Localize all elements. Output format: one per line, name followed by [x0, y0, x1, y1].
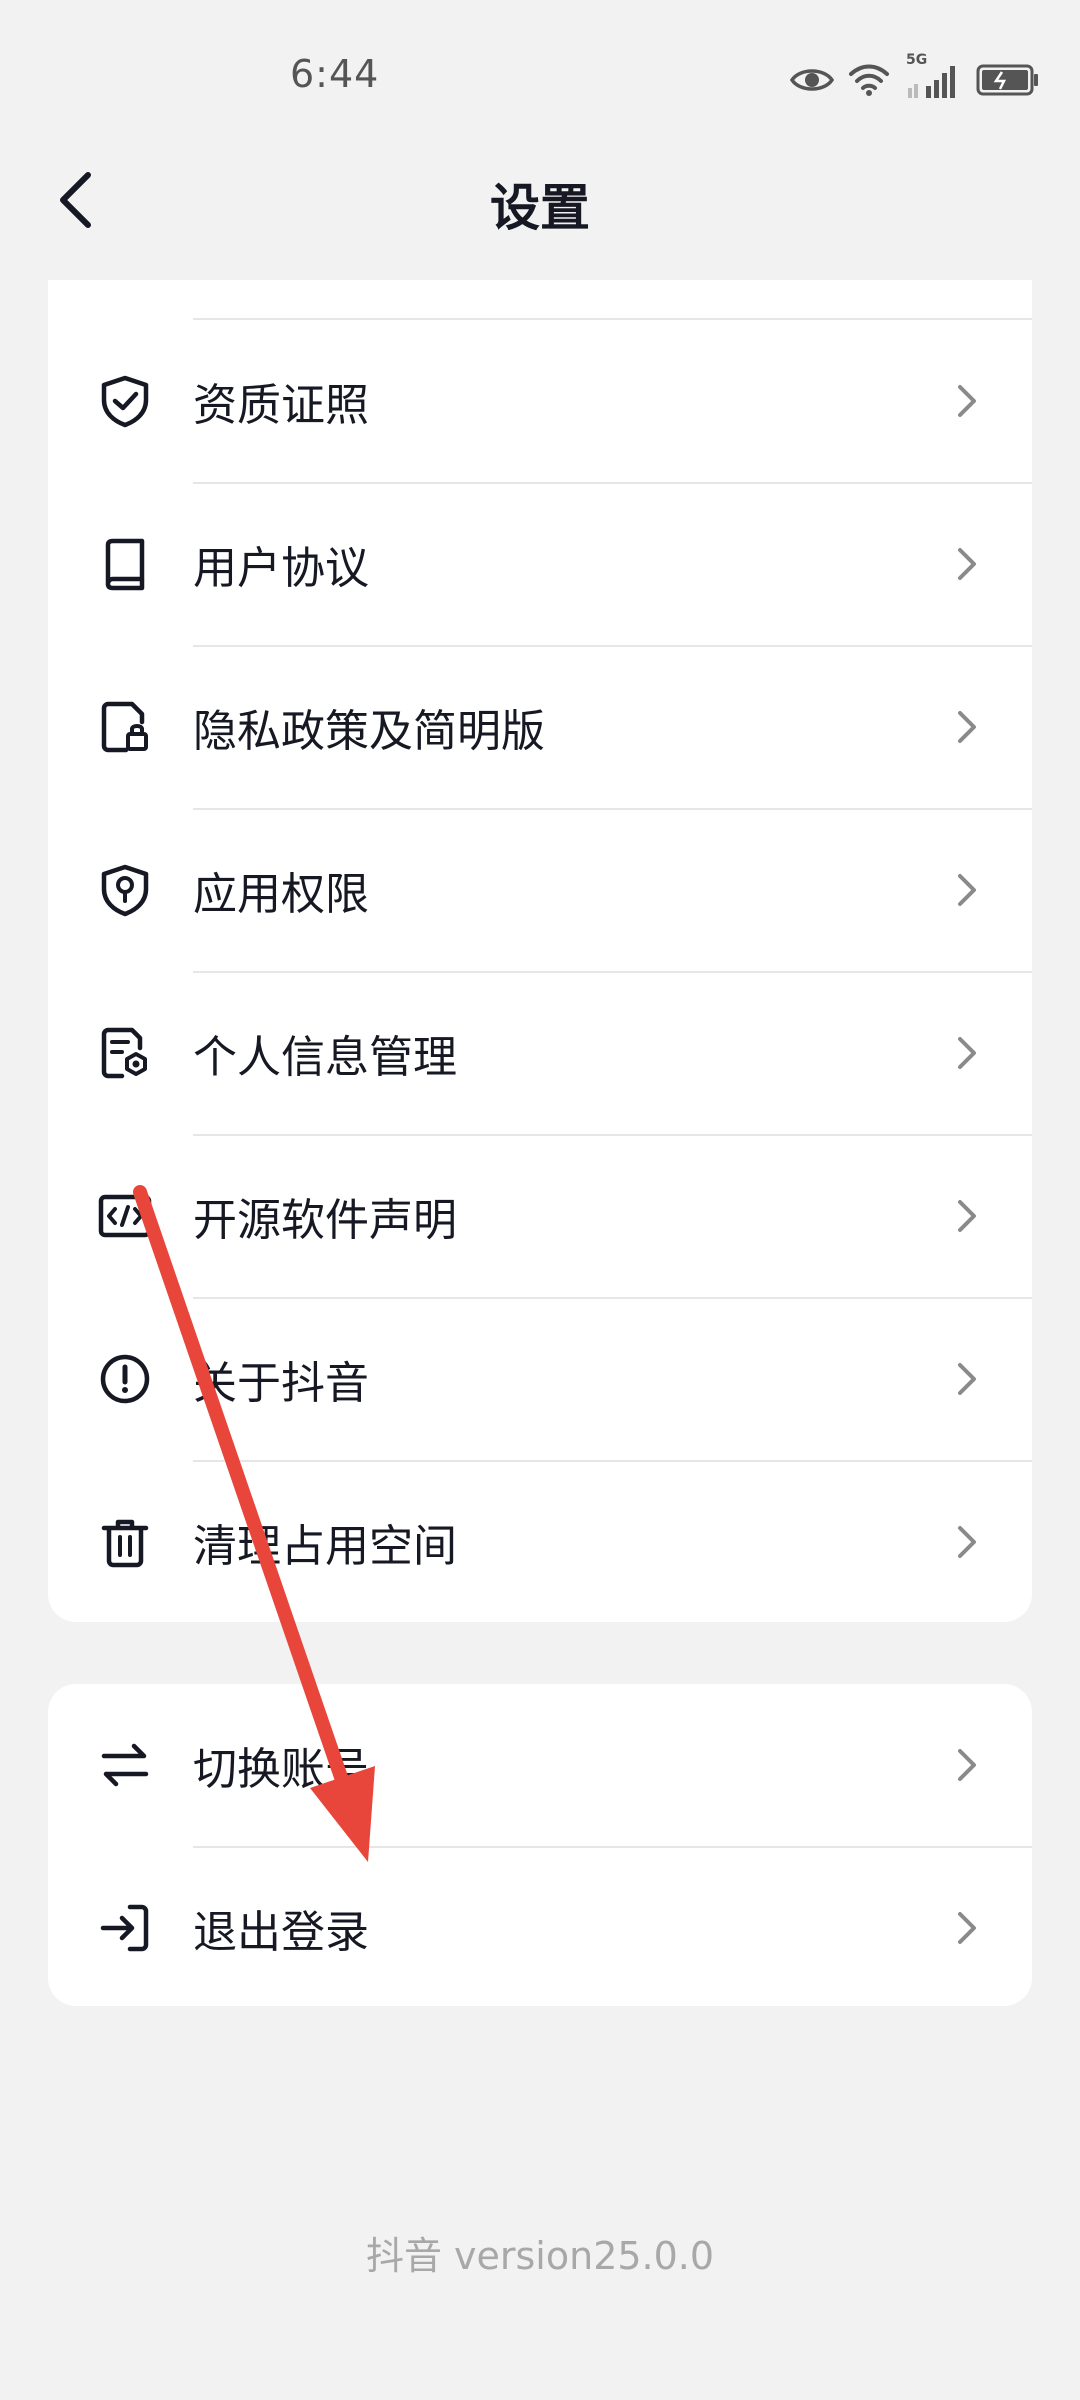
battery-icon: [976, 63, 1040, 97]
settings-item-about[interactable]: 关于抖音: [48, 1298, 1032, 1460]
settings-item-label: 隐私政策及简明版: [193, 706, 545, 757]
settings-item-label: 用户协议: [193, 543, 369, 594]
info-circle-icon: [98, 1352, 152, 1406]
document-settings-icon: [98, 1026, 152, 1080]
book-icon: [98, 537, 152, 591]
chevron-right-icon: [952, 1196, 982, 1236]
settings-item-app-permissions[interactable]: 应用权限: [48, 809, 1032, 971]
status-icons: 5G: [790, 52, 1040, 104]
chevron-right-icon: [952, 1033, 982, 1073]
wifi-icon: [848, 63, 890, 97]
settings-item-open-source[interactable]: 开源软件声明: [48, 1135, 1032, 1297]
nav-header: 设置: [0, 140, 1080, 260]
eye-icon: [790, 65, 834, 95]
chevron-right-icon: [952, 1359, 982, 1399]
settings-item-label: 个人信息管理: [193, 1032, 457, 1083]
settings-item-label: 关于抖音: [193, 1358, 369, 1409]
switch-arrows-icon: [98, 1738, 152, 1792]
shield-key-icon: [98, 863, 152, 917]
logout-item[interactable]: 退出登录: [48, 1847, 1032, 2006]
settings-item-label: 资质证照: [193, 380, 369, 431]
network-type: 5G: [906, 52, 928, 68]
chevron-right-icon: [952, 544, 982, 584]
chevron-right-icon: [952, 1745, 982, 1785]
status-bar: 6:44 5G: [0, 0, 1080, 160]
settings-item-label: 清理占用空间: [193, 1521, 457, 1572]
chevron-right-icon: [952, 870, 982, 910]
settings-item-qualifications[interactable]: 资质证照: [48, 320, 1032, 482]
settings-item-label: 应用权限: [193, 869, 369, 920]
settings-item-label: 开源软件声明: [193, 1195, 457, 1246]
signal-icon: 5G: [904, 52, 962, 100]
code-icon: [98, 1189, 152, 1243]
document-lock-icon: [98, 700, 152, 754]
chevron-right-icon: [952, 381, 982, 421]
account-card: 切换账号 退出登录: [48, 1684, 1032, 2006]
trash-icon: [98, 1515, 152, 1569]
page-title: 设置: [490, 179, 590, 237]
status-time: 6:44: [290, 52, 380, 96]
switch-account-item[interactable]: 切换账号: [48, 1684, 1032, 1846]
shield-check-icon: [98, 374, 152, 428]
chevron-right-icon: [952, 1908, 982, 1948]
settings-item-personal-info[interactable]: 个人信息管理: [48, 972, 1032, 1134]
settings-card: 资质证照 用户协议 隐私政策及简明版 应用权限 个人信息管理 开源软件声明 关于…: [48, 280, 1032, 1622]
chevron-right-icon: [952, 1522, 982, 1562]
app-version: 抖音 version25.0.0: [365, 2234, 715, 2278]
settings-item-privacy-policy[interactable]: 隐私政策及简明版: [48, 646, 1032, 808]
chevron-right-icon: [952, 707, 982, 747]
settings-item-clear-space[interactable]: 清理占用空间: [48, 1461, 1032, 1622]
switch-account-label: 切换账号: [193, 1744, 369, 1795]
settings-screen: 6:44 5G 设置 资质证照 用户协议 隐私政策及简明版 应用权限 个人信息管…: [0, 0, 1080, 2400]
settings-item-user-agreement[interactable]: 用户协议: [48, 483, 1032, 645]
logout-icon: [98, 1901, 152, 1955]
logout-label: 退出登录: [193, 1907, 369, 1958]
